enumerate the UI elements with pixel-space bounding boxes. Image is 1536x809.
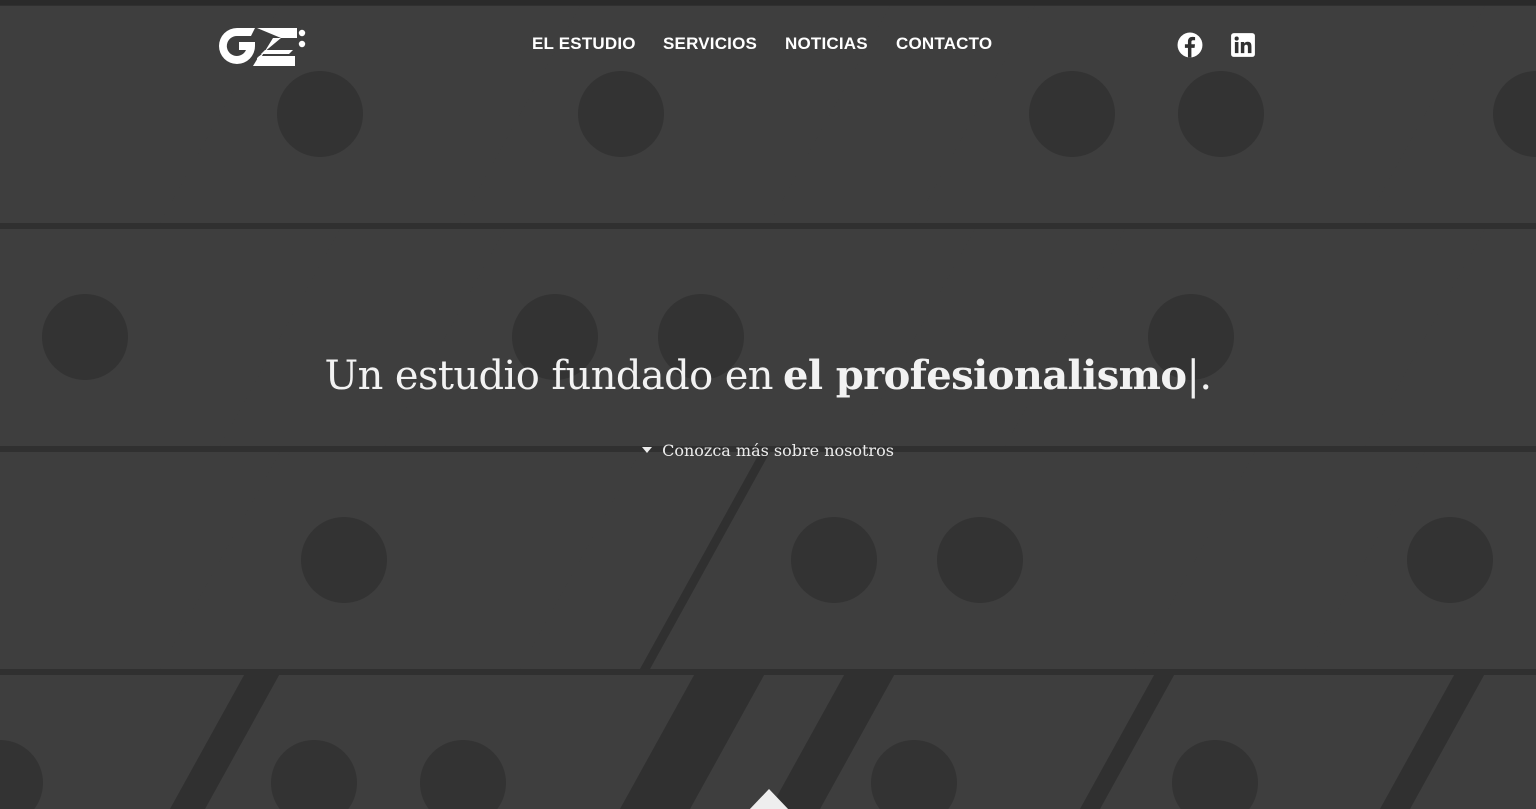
headline-emphasis: el profesionalismo: [782, 352, 1187, 399]
facebook-icon[interactable]: [1177, 32, 1203, 58]
typing-caret: |: [1186, 353, 1200, 399]
caret-down-icon: [642, 447, 653, 453]
pattern-dot: [937, 517, 1023, 603]
headline-suffix: .: [1199, 353, 1212, 399]
pattern-shape: [820, 675, 1155, 809]
hero-headline: Un estudio fundado en el profesionalismo|…: [0, 352, 1536, 399]
headline-prefix: Un estudio fundado en: [324, 353, 774, 399]
main-nav: EL ESTUDIO SERVICIOS NOTICIAS CONTACTO: [0, 34, 1536, 56]
pattern-dot: [1407, 517, 1493, 603]
learn-more-link[interactable]: Conozca más sobre nosotros: [0, 441, 1536, 460]
learn-more-label: Conozca más sobre nosotros: [662, 441, 894, 460]
background-pattern: [0, 6, 1536, 809]
hero-section: EL ESTUDIO SERVICIOS NOTICIAS CONTACTO U…: [0, 0, 1536, 809]
linkedin-icon[interactable]: [1230, 32, 1256, 58]
site-header: EL ESTUDIO SERVICIOS NOTICIAS CONTACTO: [0, 0, 1536, 90]
pattern-dot: [301, 517, 387, 603]
scroll-up-arrow-icon[interactable]: [746, 787, 792, 809]
nav-contacto[interactable]: CONTACTO: [896, 34, 992, 54]
pattern-shape: [1100, 675, 1455, 809]
nav-el-estudio[interactable]: EL ESTUDIO: [532, 34, 636, 54]
nav-noticias[interactable]: NOTICIAS: [785, 34, 868, 54]
nav-servicios[interactable]: SERVICIOS: [663, 34, 757, 54]
pattern-dot: [791, 517, 877, 603]
